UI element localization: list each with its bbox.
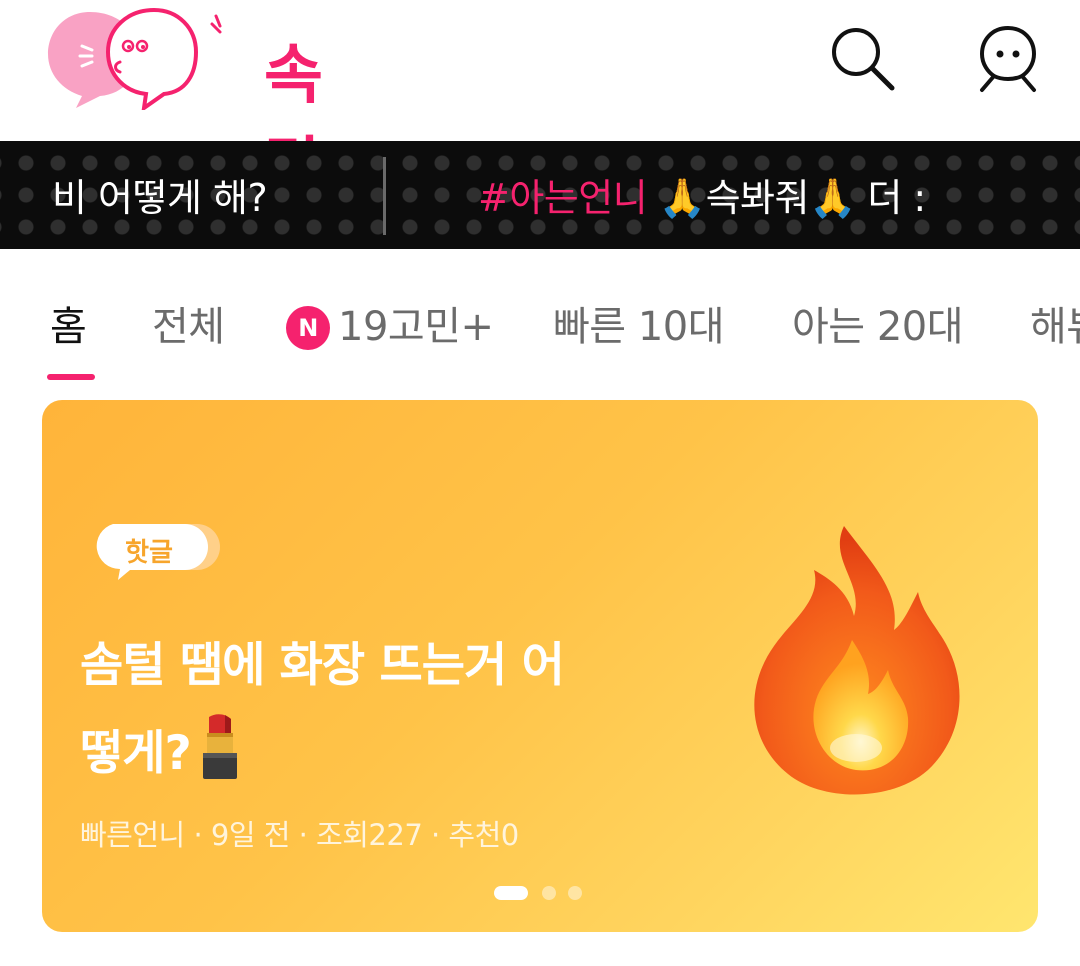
post-meta: 빠른언니 · 9일 전 · 조회227 · 추천0 bbox=[80, 818, 519, 852]
ticker-text: 🙏슥봐줘🙏 더 : bbox=[658, 176, 926, 220]
ticker-divider bbox=[383, 157, 386, 235]
post-title-line: 솜털 땜에 화장 뜨는거 어 bbox=[80, 638, 565, 693]
top-header: 속닥 bbox=[0, 0, 1080, 205]
profile-button[interactable] bbox=[972, 22, 1044, 94]
new-badge: N bbox=[286, 306, 330, 350]
carousel-dot[interactable] bbox=[494, 886, 528, 900]
fire-icon bbox=[754, 526, 960, 795]
carousel-dot[interactable] bbox=[568, 886, 582, 900]
carousel-dot[interactable] bbox=[542, 886, 556, 900]
category-tabs: 홈 전체 N19고민+ 빠른 10대 아는 20대 해뷰 bbox=[0, 250, 1080, 380]
search-button[interactable] bbox=[826, 22, 898, 94]
ticker-item[interactable]: 비 어떻게 해? bbox=[52, 167, 268, 222]
search-icon bbox=[832, 28, 895, 91]
logo-bubbles-icon bbox=[48, 7, 222, 113]
tab-fast-teens[interactable]: 빠른 10대 bbox=[553, 294, 725, 352]
tab-twenties[interactable]: 아는 20대 bbox=[792, 294, 964, 352]
tab-home[interactable]: 홈 bbox=[50, 294, 87, 352]
app-root: 속닥 비 어떻게 해? #아는언니 🙏슥봐줘🙏 더 : 홈 전체 N19고민+ bbox=[0, 0, 1080, 966]
app-logo[interactable]: 속닥 bbox=[46, 6, 356, 205]
profile-icon bbox=[980, 26, 1036, 92]
hot-post-card[interactable]: 핫글 솜털 땜에 화장 뜨는거 어 떻게? 빠른언니 · 9일 전 · 조회22… bbox=[42, 400, 1038, 932]
ticker-hashtag: #아는언니 bbox=[478, 176, 648, 220]
tab-19-concerns[interactable]: N 19고민+ bbox=[286, 294, 494, 352]
ticker-item[interactable]: #아는언니 🙏슥봐줘🙏 더 : bbox=[478, 167, 926, 222]
hot-badge: 핫글 bbox=[90, 522, 222, 580]
hot-badge-label: 핫글 bbox=[125, 538, 173, 568]
tab-all[interactable]: 전체 bbox=[152, 294, 225, 352]
tab-review[interactable]: 해뷰 bbox=[1030, 294, 1080, 352]
post-title-line: 떻게? bbox=[80, 726, 192, 781]
trending-ticker[interactable]: 비 어떻게 해? #아는언니 🙏슥봐줘🙏 더 : bbox=[0, 141, 1080, 249]
active-tab-indicator bbox=[47, 374, 95, 380]
tab-label: 19고민+ bbox=[338, 304, 494, 350]
lipstick-icon bbox=[202, 714, 237, 779]
post-title[interactable]: 솜털 땜에 화장 뜨는거 어 떻게? bbox=[80, 622, 700, 798]
